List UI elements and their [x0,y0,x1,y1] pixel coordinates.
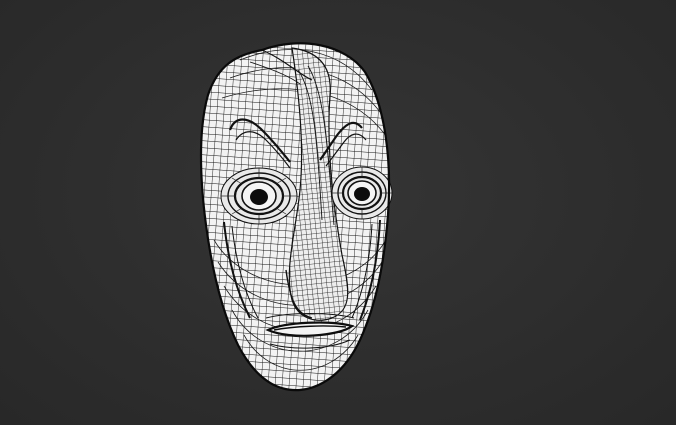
left-eye [220,167,298,225]
3d-viewport[interactable] [0,0,676,425]
mask-wireframe-model [199,42,393,392]
right-eye [331,166,393,220]
